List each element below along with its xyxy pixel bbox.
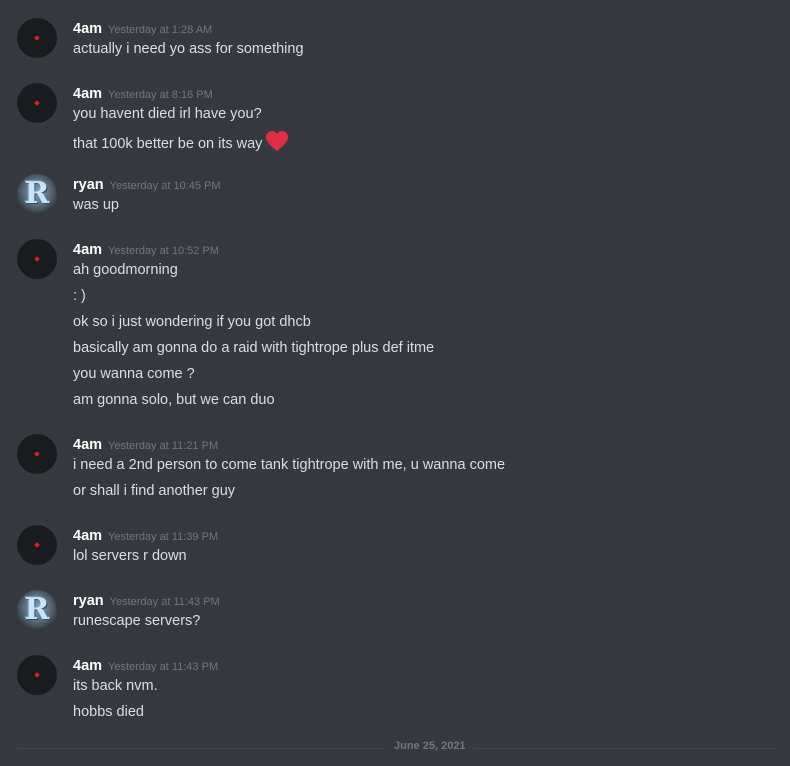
- avatar[interactable]: [17, 83, 57, 123]
- message-header: 4am Yesterday at 1:28 AM: [73, 18, 212, 38]
- message-text: runescape servers?: [73, 613, 201, 629]
- message-header: 4am Yesterday at 8:16 PM: [73, 83, 213, 103]
- message-text: : ): [73, 288, 86, 304]
- message-header: 4am Yesterday at 11:43 PM: [73, 655, 218, 675]
- avatar[interactable]: R: [17, 590, 57, 630]
- message-text: its back nvm.: [73, 678, 158, 694]
- red-star-icon: [34, 35, 40, 41]
- red-star-icon: [34, 451, 40, 457]
- message-text: am gonna solo, but we can duo: [73, 392, 275, 408]
- message-text: was up: [73, 197, 119, 213]
- r-logo-icon: R: [24, 176, 50, 211]
- message-text: basically am gonna do a raid with tightr…: [73, 340, 435, 356]
- message-text: ah goodmorning: [73, 262, 178, 278]
- timestamp: Yesterday at 11:21 PM: [108, 440, 219, 452]
- timestamp: Yesterday at 10:45 PM: [109, 180, 221, 192]
- username[interactable]: 4am: [73, 21, 102, 37]
- username[interactable]: 4am: [73, 437, 102, 453]
- date-divider-label: June 25, 2021: [386, 740, 474, 752]
- timestamp: Yesterday at 1:28 AM: [108, 24, 213, 36]
- message-text: ok so i just wondering if you got dhcb: [73, 314, 311, 330]
- username[interactable]: 4am: [73, 658, 102, 674]
- timestamp: Yesterday at 11:43 PM: [108, 661, 219, 673]
- username[interactable]: ryan: [73, 177, 104, 193]
- avatar[interactable]: [17, 239, 57, 279]
- avatar[interactable]: [17, 525, 57, 565]
- avatar[interactable]: [17, 655, 57, 695]
- avatar[interactable]: [17, 434, 57, 474]
- username[interactable]: 4am: [73, 86, 102, 102]
- message-header: 4am Yesterday at 11:39 PM: [73, 525, 218, 545]
- message-text: i need a 2nd person to come tank tightro…: [73, 457, 506, 473]
- red-heart-icon[interactable]: [265, 130, 289, 152]
- timestamp: Yesterday at 8:16 PM: [108, 89, 213, 101]
- username[interactable]: ryan: [73, 593, 104, 609]
- message-header: 4am Yesterday at 10:52 PM: [73, 239, 219, 259]
- timestamp: Yesterday at 10:52 PM: [108, 245, 219, 257]
- message-line: that 100k better be on its way: [73, 130, 289, 154]
- message-text: or shall i find another guy: [73, 483, 236, 499]
- message-header: 4am Yesterday at 11:21 PM: [73, 434, 218, 454]
- username[interactable]: 4am: [73, 242, 102, 258]
- message-header: ryan Yesterday at 10:45 PM: [73, 174, 221, 194]
- red-star-icon: [34, 542, 40, 548]
- avatar[interactable]: R: [17, 174, 57, 214]
- timestamp: Yesterday at 11:39 PM: [108, 531, 219, 543]
- red-star-icon: [34, 256, 40, 262]
- username[interactable]: 4am: [73, 528, 102, 544]
- avatar[interactable]: [17, 18, 57, 58]
- message-text: you wanna come ?: [73, 366, 195, 382]
- red-star-icon: [34, 100, 40, 106]
- message-text: lol servers r down: [73, 548, 187, 564]
- r-logo-icon: R: [24, 592, 50, 627]
- message-text: that 100k better be on its way: [73, 136, 263, 152]
- message-header: ryan Yesterday at 11:43 PM: [73, 590, 220, 610]
- message-text: actually i need yo ass for something: [73, 41, 304, 57]
- message-text: you havent died irl have you?: [73, 106, 262, 122]
- timestamp: Yesterday at 11:43 PM: [109, 596, 220, 608]
- message-text: hobbs died: [73, 704, 144, 720]
- red-star-icon: [34, 672, 40, 678]
